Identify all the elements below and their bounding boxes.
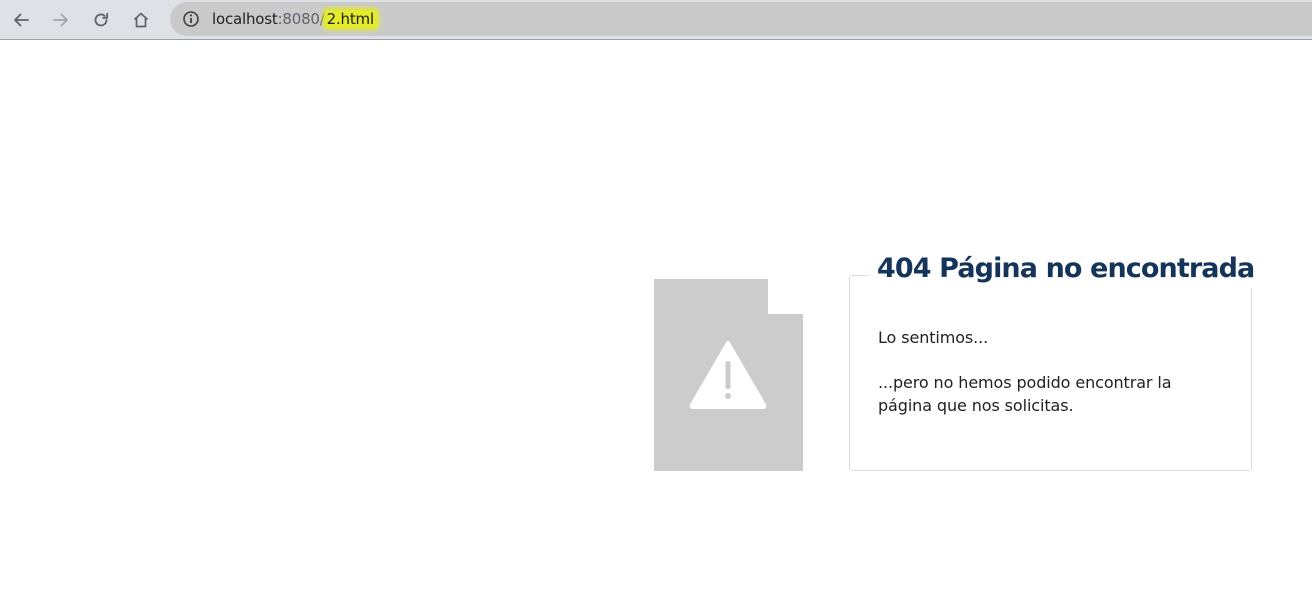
- browser-toolbar: localhost:8080/2.html: [0, 0, 1312, 40]
- url-text[interactable]: localhost:8080/2.html: [212, 9, 377, 29]
- back-button[interactable]: [7, 6, 35, 34]
- reload-button[interactable]: [87, 6, 115, 34]
- home-button[interactable]: [127, 6, 155, 34]
- error-message-detail: ...pero no hemos podido encontrar la pág…: [878, 373, 1172, 415]
- url-port: :8080/: [277, 10, 325, 28]
- home-icon: [133, 12, 149, 28]
- warning-document-icon: [654, 279, 803, 471]
- url-host: localhost: [212, 10, 278, 28]
- error-message-sorry: Lo sentimos...: [878, 328, 989, 347]
- arrow-right-icon: [53, 13, 68, 27]
- address-bar[interactable]: localhost:8080/2.html: [170, 2, 1312, 36]
- forward-button[interactable]: [47, 6, 75, 34]
- arrow-left-icon: [14, 13, 29, 27]
- error-title: 404 Página no encontrada: [869, 250, 1263, 288]
- url-path-highlighted: 2.html: [324, 10, 377, 28]
- info-circle-icon[interactable]: [182, 10, 200, 28]
- reload-icon: [94, 12, 109, 27]
